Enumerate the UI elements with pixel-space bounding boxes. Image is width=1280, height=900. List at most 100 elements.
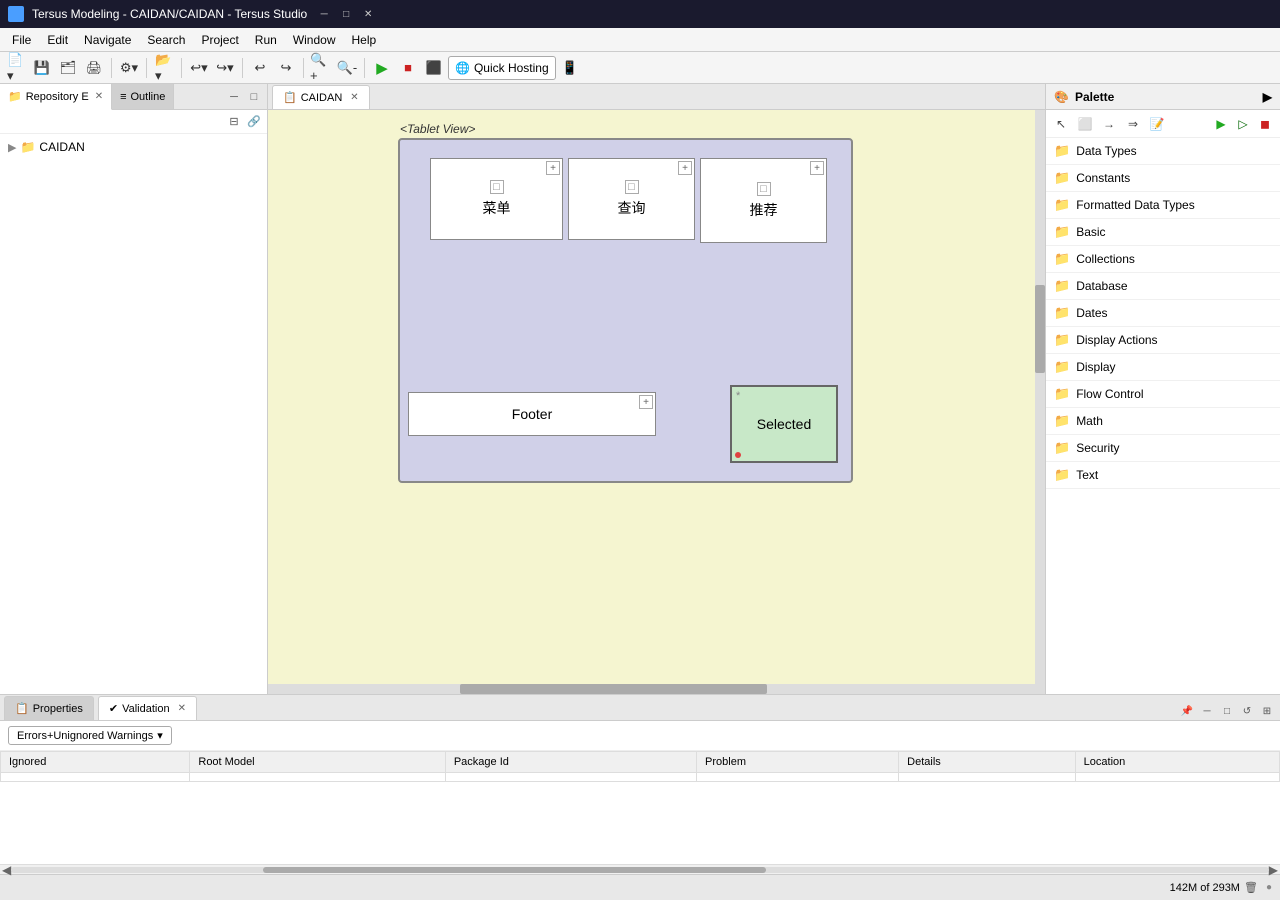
widget-recommend[interactable]: + □ 推荐: [700, 158, 827, 243]
tablet-view-container[interactable]: <Tablet View> + □ 菜单 + □ 查询 + □ 推荐: [398, 138, 853, 483]
menu-search[interactable]: Search: [139, 28, 193, 51]
palette-item-text[interactable]: 📁 Text: [1046, 462, 1280, 489]
palette-item-security[interactable]: 📁 Security: [1046, 435, 1280, 462]
folder-icon: 📁: [20, 140, 35, 154]
editor-canvas[interactable]: <Tablet View> + □ 菜单 + □ 查询 + □ 推荐: [268, 110, 1045, 694]
undo-button[interactable]: ↩: [248, 56, 272, 80]
palette-run-icon[interactable]: ▶: [1210, 113, 1232, 135]
palette-arrow-tool[interactable]: →: [1098, 113, 1120, 135]
palette-item-basic[interactable]: 📁 Basic: [1046, 219, 1280, 246]
scroll-left-btn[interactable]: ◀: [2, 863, 11, 877]
folder-icon: 📁: [1054, 305, 1070, 321]
h-scrollbar-thumb[interactable]: [460, 684, 767, 694]
minimize-button[interactable]: ─: [315, 5, 333, 23]
caidan-tab-close[interactable]: ✕: [350, 92, 358, 103]
palette-item-display[interactable]: 📁 Display: [1046, 354, 1280, 381]
vertical-scrollbar[interactable]: [1035, 110, 1045, 694]
palette-select-rect[interactable]: ⬜: [1074, 113, 1096, 135]
new-dropdown[interactable]: 📄▾: [4, 56, 28, 80]
palette-item-constants[interactable]: 📁 Constants: [1046, 165, 1280, 192]
menu-run[interactable]: Run: [247, 28, 285, 51]
footer-plus-icon[interactable]: +: [639, 395, 653, 409]
menu-project[interactable]: Project: [193, 28, 246, 51]
palette-item-data-types[interactable]: 📁 Data Types: [1046, 138, 1280, 165]
titlebar: Tersus Modeling - CAIDAN/CAIDAN - Tersus…: [0, 0, 1280, 28]
palette-item-flow-control[interactable]: 📁 Flow Control: [1046, 381, 1280, 408]
widget-footer[interactable]: + Footer: [408, 392, 656, 436]
maximize-button[interactable]: □: [337, 5, 355, 23]
tab-validation[interactable]: ✔ Validation ✕: [98, 696, 197, 720]
device-button[interactable]: 📱: [558, 56, 582, 80]
tree-item-caidan[interactable]: ▶ 📁 CAIDAN: [4, 138, 263, 156]
tab-outline[interactable]: ≡ Outline: [112, 84, 174, 109]
quick-hosting-button[interactable]: 🌐 Quick Hosting: [448, 56, 556, 80]
palette-item-database[interactable]: 📁 Database: [1046, 273, 1280, 300]
query-plus-icon[interactable]: +: [678, 161, 692, 175]
minimize-panel-button[interactable]: ─: [225, 88, 243, 106]
gc-button[interactable]: 🗑: [1244, 881, 1258, 894]
zoom-in-button[interactable]: 🔍+: [309, 56, 333, 80]
palette-item-formatted-data[interactable]: 📁 Formatted Data Types: [1046, 192, 1280, 219]
bottom-horizontal-scrollbar[interactable]: ◀ ▶: [0, 864, 1280, 874]
palette-run2-icon[interactable]: ▷: [1232, 113, 1254, 135]
horizontal-scrollbar[interactable]: [268, 684, 1035, 694]
save-all-button[interactable]: 🗂: [56, 56, 80, 80]
run-button[interactable]: ▶: [370, 56, 394, 80]
palette-stop-icon[interactable]: ◼: [1254, 113, 1276, 135]
collapse-all-button[interactable]: ⊟: [225, 113, 243, 131]
tab-repository[interactable]: 📁 Repository E ✕: [0, 84, 112, 110]
scrollbar-thumb[interactable]: [1035, 285, 1045, 373]
bottom-minimize-button[interactable]: ─: [1198, 702, 1216, 720]
stop-button[interactable]: ■: [396, 56, 420, 80]
caidan-tab-icon: 📋: [283, 91, 297, 104]
menu-help[interactable]: Help: [344, 28, 385, 51]
col-problem: Problem: [697, 752, 899, 773]
save-button[interactable]: 💾: [30, 56, 54, 80]
validation-tab-close[interactable]: ✕: [178, 703, 186, 714]
bottom-maximize-button[interactable]: □: [1218, 702, 1236, 720]
palette-item-display-actions[interactable]: 📁 Display Actions: [1046, 327, 1280, 354]
menu-window[interactable]: Window: [285, 28, 344, 51]
menu-navigate[interactable]: Navigate: [76, 28, 139, 51]
separator-5: [303, 58, 304, 78]
palette-item-math[interactable]: 📁 Math: [1046, 408, 1280, 435]
bottom-expand-button[interactable]: ⊞: [1258, 702, 1276, 720]
palette-header: 🎨 Palette ▶: [1046, 84, 1280, 110]
bottom-sync-button[interactable]: ↺: [1238, 702, 1256, 720]
recommend-widget-label: 推荐: [750, 200, 778, 220]
widget-selected[interactable]: * Selected: [730, 385, 838, 463]
menu-plus-icon[interactable]: +: [546, 161, 560, 175]
redo-button[interactable]: ↪: [274, 56, 298, 80]
main-layout: 📁 Repository E ✕ ≡ Outline ─ □ ⊟ 🔗 ▶ 📁 C…: [0, 84, 1280, 694]
palette-select-tool[interactable]: ↖: [1050, 113, 1072, 135]
link-editor-button[interactable]: 🔗: [245, 113, 263, 131]
scroll-right-btn[interactable]: ▶: [1269, 863, 1278, 877]
repo-tab-close[interactable]: ✕: [95, 91, 103, 102]
menu-edit[interactable]: Edit: [39, 28, 76, 51]
palette-expand-button[interactable]: ▶: [1263, 90, 1272, 104]
h-scroll-track[interactable]: [11, 867, 1269, 873]
widget-query[interactable]: + □ 查询: [568, 158, 695, 240]
open-dropdown[interactable]: 📂▾: [152, 56, 176, 80]
recommend-widget-icon: □: [757, 182, 771, 196]
deploy-button[interactable]: ⬛: [422, 56, 446, 80]
redo-dropdown[interactable]: ↪▾: [213, 56, 237, 80]
recommend-plus-icon[interactable]: +: [810, 161, 824, 175]
filter-dropdown[interactable]: Errors+Unignored Warnings ▾: [8, 726, 172, 745]
build-dropdown[interactable]: ⚙▾: [117, 56, 141, 80]
palette-item-collections[interactable]: 📁 Collections: [1046, 246, 1280, 273]
palette-item-dates[interactable]: 📁 Dates: [1046, 300, 1280, 327]
print-button[interactable]: 🖨: [82, 56, 106, 80]
h-scroll-thumb[interactable]: [263, 867, 766, 873]
palette-arrow2-tool[interactable]: ⇒: [1122, 113, 1144, 135]
maximize-panel-button[interactable]: □: [245, 88, 263, 106]
pin-button[interactable]: 📌: [1178, 702, 1196, 720]
palette-note-tool[interactable]: 📝: [1146, 113, 1168, 135]
zoom-out-button[interactable]: 🔍-: [335, 56, 359, 80]
widget-menu[interactable]: + □ 菜单: [430, 158, 563, 240]
close-button[interactable]: ✕: [359, 5, 377, 23]
menu-file[interactable]: File: [4, 28, 39, 51]
tab-properties[interactable]: 📋 Properties: [4, 696, 94, 720]
undo-dropdown[interactable]: ↩▾: [187, 56, 211, 80]
tab-caidan[interactable]: 📋 CAIDAN ✕: [272, 85, 370, 109]
